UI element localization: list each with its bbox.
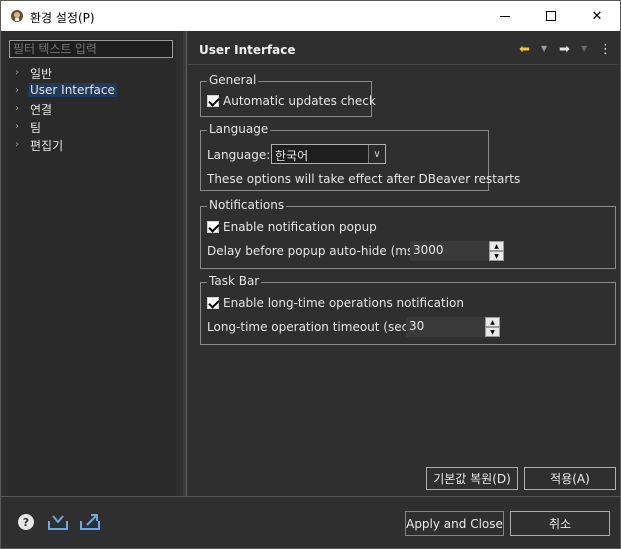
enable-notification-popup-checkbox[interactable]: Enable notification popup: [207, 220, 377, 234]
close-button[interactable]: ✕: [574, 1, 620, 31]
page-title: User Interface: [199, 43, 296, 57]
taskbar-group: Task Bar Enable long-time operations not…: [200, 274, 616, 345]
chevron-down-icon[interactable]: ∨: [368, 145, 385, 163]
close-icon: ✕: [591, 8, 603, 24]
import-icon[interactable]: [47, 513, 69, 531]
back-arrow-icon[interactable]: ⬅: [519, 42, 530, 57]
language-select[interactable]: 한국어 ∨: [271, 144, 386, 164]
selected-language: 한국어: [275, 149, 309, 163]
chevron-right-icon[interactable]: ›: [15, 67, 19, 78]
language-label: Language:: [207, 148, 271, 162]
back-dropdown-icon[interactable]: ▼: [541, 44, 547, 53]
tree-item-editors[interactable]: › 편집기: [8, 136, 176, 154]
tree-item-user-interface[interactable]: › User Interface: [8, 82, 176, 100]
tree-item-label: 편집기: [30, 139, 64, 153]
checkbox-checked-icon[interactable]: [207, 95, 219, 107]
popup-delay-input[interactable]: 3000: [410, 241, 489, 261]
apply-button[interactable]: 적용(A): [524, 467, 616, 490]
checkbox-label: Enable long-time operations notification: [223, 296, 465, 310]
tree-item-connections[interactable]: › 연결: [8, 100, 176, 118]
help-icon[interactable]: ?: [17, 513, 35, 531]
tree-item-label: 연결: [30, 103, 53, 117]
group-title: Task Bar: [207, 274, 262, 288]
preferences-window: 환경 설정(P) ✕ › 일반 › User Interface › 연결 › …: [0, 0, 621, 549]
general-group: General Automatic updates check: [200, 73, 376, 117]
checkbox-label: Enable notification popup: [223, 220, 377, 234]
language-group: Language Language: 한국어 ∨ These options w…: [200, 122, 520, 191]
spin-up-icon[interactable]: ▲: [485, 317, 500, 327]
spinner-buttons: ▲ ▼: [489, 241, 504, 261]
popup-delay-label: Delay before popup auto-hide (ms):: [207, 244, 422, 258]
title-bar: 환경 설정(P) ✕: [1, 1, 620, 31]
window-title: 환경 설정(P): [30, 11, 95, 25]
minimize-icon: [500, 15, 510, 17]
tree-item-general[interactable]: › 일반: [8, 64, 176, 82]
spinner-buttons: ▲ ▼: [485, 317, 500, 337]
spin-down-icon[interactable]: ▼: [489, 251, 504, 261]
svg-text:?: ?: [23, 516, 29, 529]
chevron-right-icon[interactable]: ›: [15, 103, 19, 114]
chevron-right-icon[interactable]: ›: [15, 139, 19, 150]
popup-delay-spinner[interactable]: 3000 ▲ ▼: [410, 241, 504, 261]
header-divider: [188, 64, 618, 65]
apply-and-close-button[interactable]: Apply and Close: [405, 511, 504, 536]
notifications-group: Notifications Enable notification popup …: [200, 198, 616, 269]
group-title: General: [207, 73, 259, 87]
operation-timeout-input[interactable]: 30: [406, 317, 485, 337]
group-title: Notifications: [207, 198, 287, 212]
restore-defaults-button[interactable]: 기본값 복원(D): [426, 467, 518, 490]
tree-item-label: 일반: [30, 67, 53, 81]
tree-item-label: 팀: [30, 121, 42, 135]
checkbox-checked-icon[interactable]: [207, 221, 219, 233]
chevron-right-icon[interactable]: ›: [15, 121, 19, 132]
tree-item-team[interactable]: › 팀: [8, 118, 176, 136]
dbeaver-logo-icon: [11, 10, 23, 22]
operation-timeout-label: Long-time operation timeout (sec):: [207, 320, 417, 334]
checkbox-label: Automatic updates check: [223, 94, 376, 108]
operation-timeout-spinner[interactable]: 30 ▲ ▼: [406, 317, 500, 337]
footer-divider: [1, 496, 620, 497]
filter-input[interactable]: [9, 40, 173, 58]
maximize-icon: [546, 11, 556, 21]
spin-up-icon[interactable]: ▲: [489, 241, 504, 251]
tree-item-label: User Interface: [28, 83, 117, 97]
checkbox-checked-icon[interactable]: [207, 297, 219, 309]
chevron-right-icon[interactable]: ›: [15, 85, 19, 96]
export-icon[interactable]: [79, 513, 101, 531]
page-navigation: ⬅ ▼ ➡ ▼ ⋮: [519, 42, 612, 58]
maximize-button[interactable]: [528, 1, 574, 31]
preferences-tree: › 일반 › User Interface › 연결 › 팀 › 편집기: [8, 64, 176, 154]
minimize-button[interactable]: [482, 1, 528, 31]
restart-note: These options will take effect after DBe…: [207, 172, 521, 186]
preferences-tree-panel: › 일반 › User Interface › 연결 › 팀 › 편집기: [8, 38, 176, 496]
forward-arrow-icon[interactable]: ➡: [559, 42, 570, 57]
cancel-button[interactable]: 취소: [510, 511, 610, 536]
spin-down-icon[interactable]: ▼: [485, 327, 500, 337]
forward-dropdown-icon[interactable]: ▼: [581, 44, 587, 53]
automatic-updates-checkbox[interactable]: Automatic updates check: [207, 94, 376, 108]
long-operations-notification-checkbox[interactable]: Enable long-time operations notification: [207, 296, 464, 310]
divider: [186, 31, 187, 496]
group-title: Language: [207, 122, 271, 136]
view-menu-icon[interactable]: ⋮: [599, 42, 612, 57]
